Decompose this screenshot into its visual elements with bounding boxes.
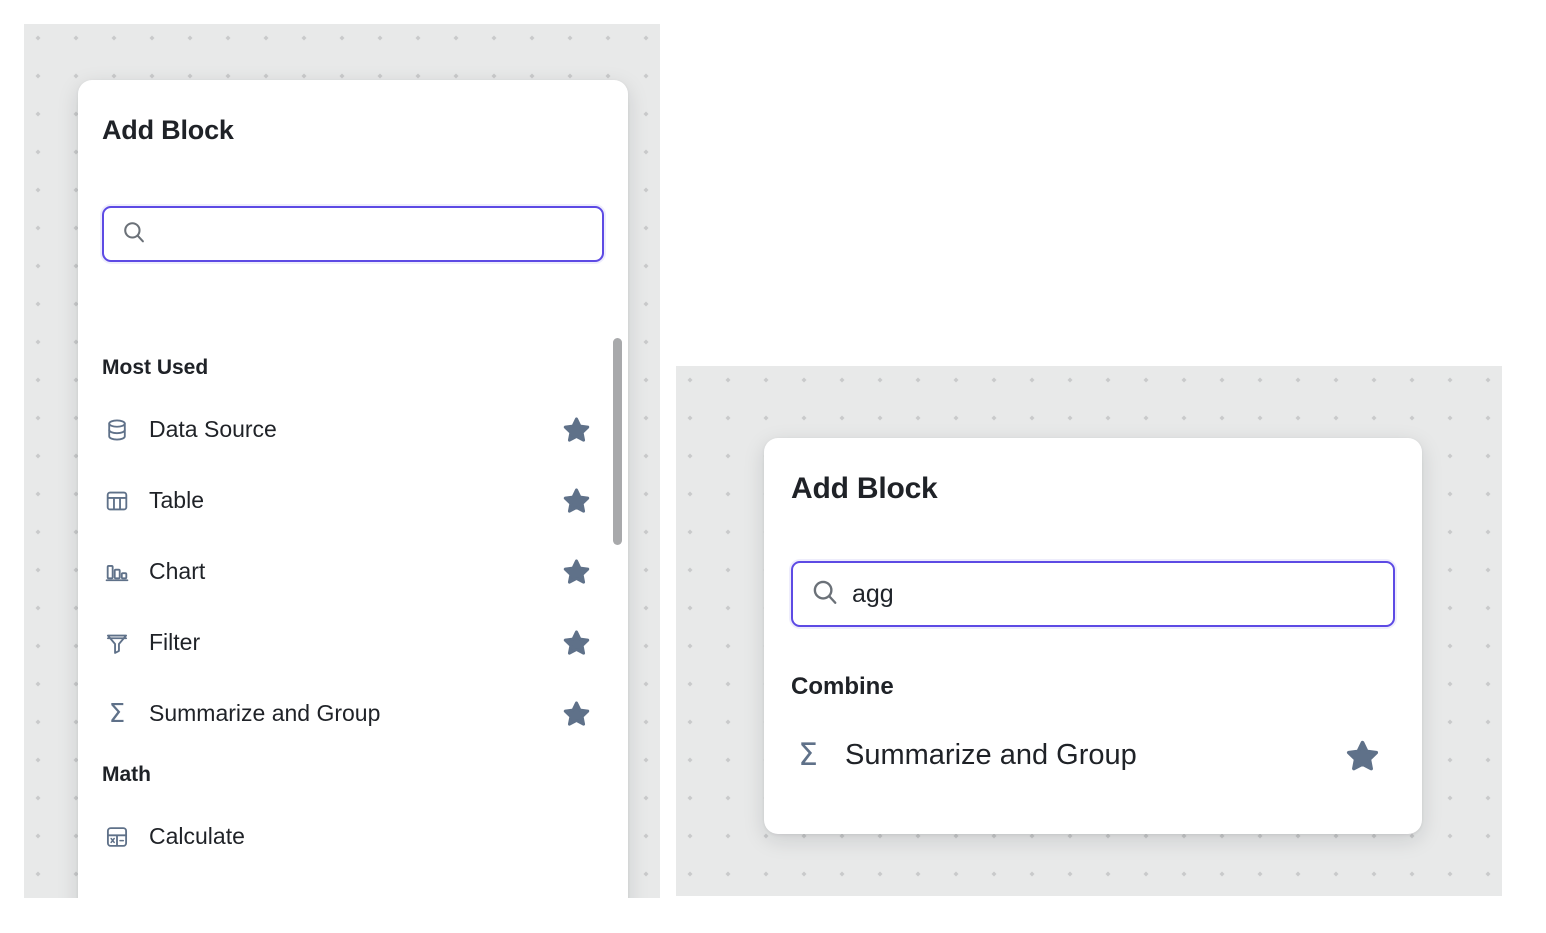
- star-icon[interactable]: [562, 416, 590, 444]
- search-icon: [810, 577, 840, 612]
- block-item-summarize-and-group[interactable]: Σ Summarize and Group: [764, 716, 1422, 794]
- block-list-left: Most Used Data Source: [78, 342, 628, 898]
- block-item-label: Summarize and Group: [845, 739, 1345, 772]
- block-item-label: Calculate+: [149, 894, 604, 898]
- block-item-label: Calculate: [149, 823, 604, 850]
- calculator-icon: [102, 893, 132, 899]
- block-item-label: Summarize and Group: [149, 700, 562, 727]
- section-heading-most-used: Most Used: [78, 342, 628, 394]
- block-item-table[interactable]: Table: [78, 465, 628, 536]
- block-list-right: Combine Σ Summarize and Group: [764, 658, 1422, 794]
- sigma-icon: Σ: [102, 699, 132, 729]
- star-icon[interactable]: [562, 700, 590, 728]
- block-item-calculate[interactable]: Calculate: [78, 801, 628, 872]
- sigma-icon: Σ: [791, 738, 825, 772]
- search-input-value: agg: [852, 582, 894, 607]
- scrollbar-track[interactable]: [613, 324, 622, 898]
- star-icon[interactable]: [1345, 738, 1379, 772]
- scrollbar-thumb[interactable]: [613, 338, 622, 545]
- block-item-label: Data Source: [149, 416, 562, 443]
- database-icon: [102, 415, 132, 445]
- block-item-calculate-plus[interactable]: Calculate+: [78, 872, 628, 898]
- section-heading-math: Math: [78, 749, 628, 801]
- add-block-popover-right: Add Block agg Combine Σ: [764, 438, 1422, 834]
- block-item-summarize-and-group[interactable]: Σ Summarize and Group: [78, 678, 628, 749]
- star-icon[interactable]: [562, 487, 590, 515]
- bar-chart-icon: [102, 557, 132, 587]
- left-canvas-panel: Add Block Most Used: [24, 24, 660, 898]
- star-icon[interactable]: [562, 558, 590, 586]
- search-input[interactable]: [102, 206, 604, 262]
- calculator-icon: [102, 822, 132, 852]
- block-item-label: Filter: [149, 629, 562, 656]
- star-icon[interactable]: [562, 629, 590, 657]
- section-heading-combine: Combine: [764, 658, 1422, 716]
- search-icon: [121, 219, 147, 250]
- page-title: Add Block: [102, 115, 234, 146]
- right-canvas-panel: Add Block agg Combine Σ: [676, 366, 1502, 896]
- block-item-label: Chart: [149, 558, 562, 585]
- search-input[interactable]: agg: [791, 561, 1395, 627]
- add-block-popover-left: Add Block Most Used: [78, 80, 628, 898]
- block-item-chart[interactable]: Chart: [78, 536, 628, 607]
- table-icon: [102, 486, 132, 516]
- block-item-data-source[interactable]: Data Source: [78, 394, 628, 465]
- page-title: Add Block: [791, 472, 938, 506]
- block-item-filter[interactable]: Filter: [78, 607, 628, 678]
- funnel-icon: [102, 628, 132, 658]
- screen: Add Block Most Used: [0, 0, 1546, 933]
- block-item-label: Table: [149, 487, 562, 514]
